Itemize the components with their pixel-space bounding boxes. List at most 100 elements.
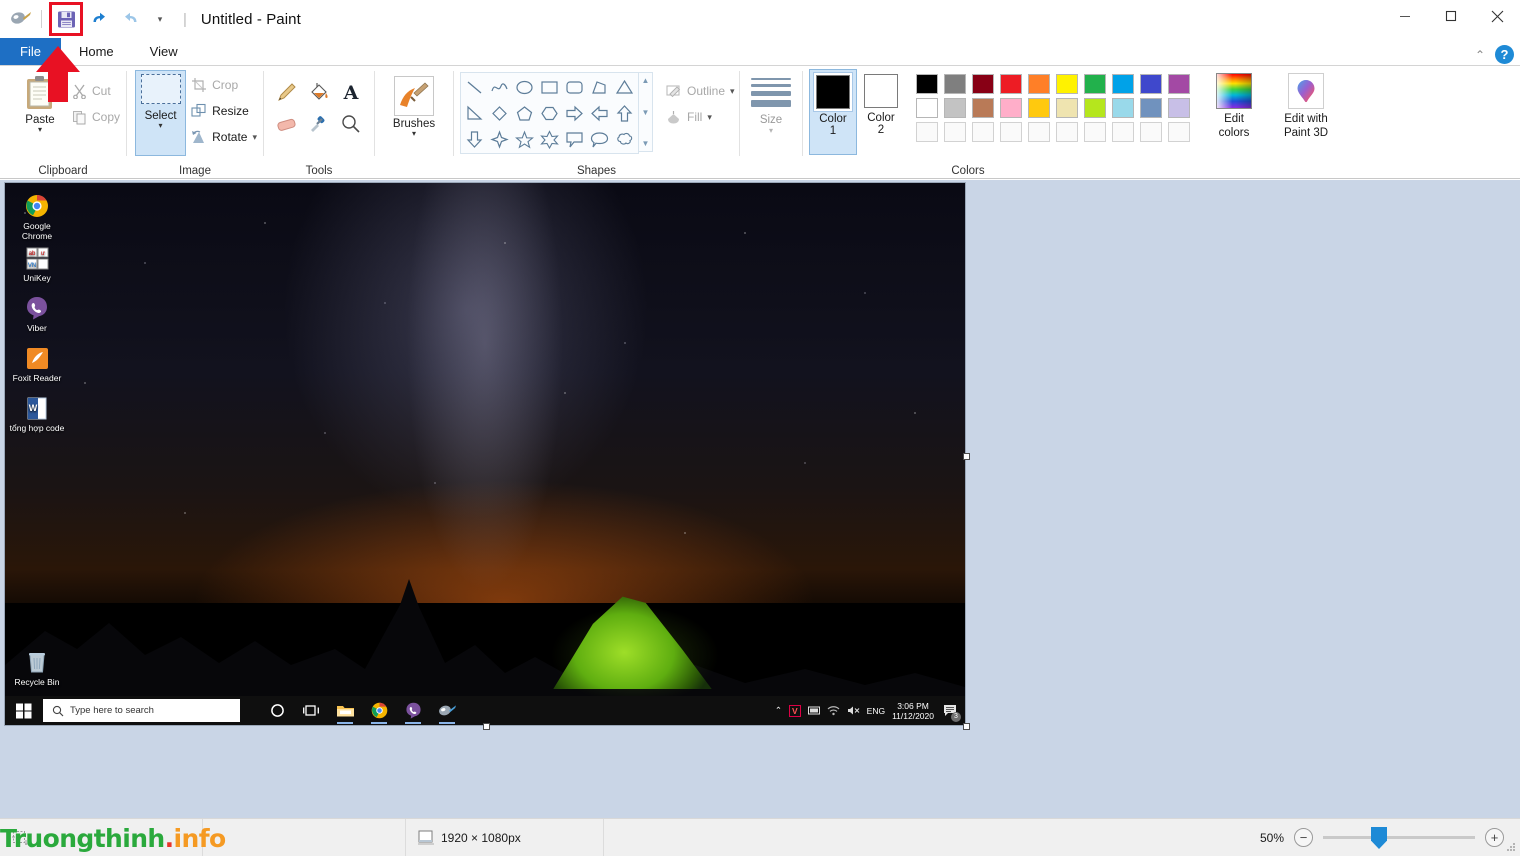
color1-button[interactable]: Color 1	[809, 69, 857, 155]
chevron-up-icon[interactable]: ⌃	[1475, 48, 1485, 62]
outline-button[interactable]: Outline ▾	[665, 78, 735, 104]
zoom-slider-track[interactable]	[1323, 836, 1475, 839]
wifi-icon[interactable]	[827, 705, 840, 716]
palette-cell-3-1[interactable]	[913, 120, 941, 144]
taskbar-clock[interactable]: 3:06 PM 11/12/2020	[892, 701, 934, 721]
tool-eraser[interactable]	[271, 108, 303, 140]
desktop-icon-recycle-bin[interactable]: Recycle Bin	[8, 649, 66, 688]
scroll-down-icon[interactable]: ▼	[642, 108, 650, 117]
chevron-down-icon[interactable]: ▾	[159, 122, 163, 130]
color-palette[interactable]	[913, 72, 1193, 144]
shape-rectangle[interactable]	[537, 74, 562, 100]
start-button[interactable]	[5, 696, 43, 725]
maximize-button[interactable]	[1428, 0, 1474, 32]
palette-cell-1-3[interactable]	[969, 72, 997, 96]
taskbar-file-explorer[interactable]	[330, 696, 360, 725]
chevron-down-icon[interactable]: ▾	[412, 130, 416, 137]
palette-cell-1-9[interactable]	[1137, 72, 1165, 96]
taskbar-search-box[interactable]: Type here to search	[43, 699, 240, 722]
canvas-resize-handle-bottom[interactable]	[483, 723, 490, 730]
fill-button[interactable]: Fill ▾	[665, 104, 735, 130]
zoom-in-button[interactable]: +	[1485, 828, 1504, 847]
canvas-resize-handle-right[interactable]	[963, 453, 970, 460]
shape-six-point-star[interactable]	[537, 126, 562, 152]
palette-cell-3-10[interactable]	[1165, 120, 1193, 144]
shapes-more-icon[interactable]: ▼	[642, 139, 650, 148]
resize-grip-icon[interactable]	[1505, 841, 1517, 853]
desktop-icon-foxit[interactable]: Foxit Reader	[8, 345, 66, 384]
work-area[interactable]: Google Chrome ab ư VN UniKey	[0, 180, 1520, 818]
palette-cell-1-4[interactable]	[997, 72, 1025, 96]
palette-cell-1-1[interactable]	[913, 72, 941, 96]
taskbar-paint[interactable]	[432, 696, 462, 725]
palette-cell-2-6[interactable]	[1053, 96, 1081, 120]
shape-diamond[interactable]	[487, 100, 512, 126]
resize-button[interactable]: Resize	[191, 98, 257, 124]
palette-cell-3-2[interactable]	[941, 120, 969, 144]
help-button[interactable]: ?	[1495, 45, 1514, 64]
tool-magnifier[interactable]	[335, 108, 367, 140]
chevron-up-icon[interactable]: ⌃	[775, 705, 782, 716]
zoom-slider-thumb[interactable]	[1371, 827, 1387, 849]
minimize-button[interactable]	[1382, 0, 1428, 32]
shape-pentagon[interactable]	[512, 100, 537, 126]
shape-right-triangle[interactable]	[462, 100, 487, 126]
palette-cell-3-5[interactable]	[1025, 120, 1053, 144]
palette-cell-3-6[interactable]	[1053, 120, 1081, 144]
close-button[interactable]	[1474, 0, 1520, 32]
shape-line[interactable]	[462, 74, 487, 100]
chevron-down-icon[interactable]: ▾	[707, 112, 712, 123]
paint-logo-icon[interactable]	[8, 6, 34, 32]
palette-cell-3-4[interactable]	[997, 120, 1025, 144]
canvas-resize-handle-corner[interactable]	[963, 723, 970, 730]
shape-oval[interactable]	[512, 74, 537, 100]
palette-cell-2-10[interactable]	[1165, 96, 1193, 120]
chevron-down-icon[interactable]: ▾	[252, 132, 257, 143]
paint-canvas[interactable]: Google Chrome ab ư VN UniKey	[4, 182, 966, 726]
tool-pencil[interactable]	[271, 76, 303, 108]
shape-four-point-star[interactable]	[487, 126, 512, 152]
desktop-icon-unikey[interactable]: ab ư VN UniKey	[8, 245, 66, 284]
tool-text[interactable]: A	[335, 76, 367, 108]
tray-unikey-icon[interactable]: V	[789, 705, 801, 717]
tray-app-icon[interactable]	[808, 705, 820, 716]
shape-five-point-star[interactable]	[512, 126, 537, 152]
palette-cell-1-7[interactable]	[1081, 72, 1109, 96]
palette-cell-3-8[interactable]	[1109, 120, 1137, 144]
shape-curve[interactable]	[487, 74, 512, 100]
chevron-down-icon[interactable]: ▾	[769, 126, 773, 135]
palette-cell-3-9[interactable]	[1137, 120, 1165, 144]
taskbar-viber[interactable]	[398, 696, 428, 725]
palette-cell-2-2[interactable]	[941, 96, 969, 120]
brushes-button[interactable]: Brushes ▾	[383, 72, 445, 137]
shape-up-arrow[interactable]	[612, 100, 637, 126]
shapes-scrollbar[interactable]: ▲ ▼ ▼	[639, 72, 653, 152]
edit-with-paint3d-button[interactable]: Edit with Paint 3D	[1271, 69, 1341, 140]
palette-cell-2-9[interactable]	[1137, 96, 1165, 120]
shape-down-arrow[interactable]	[462, 126, 487, 152]
palette-cell-1-10[interactable]	[1165, 72, 1193, 96]
palette-cell-2-3[interactable]	[969, 96, 997, 120]
select-button[interactable]: Select ▾	[135, 70, 186, 156]
palette-cell-2-4[interactable]	[997, 96, 1025, 120]
shape-rounded-callout[interactable]	[587, 126, 612, 152]
edit-colors-button[interactable]: Edit colors	[1207, 69, 1261, 140]
shape-left-arrow[interactable]	[587, 100, 612, 126]
copy-button[interactable]: Copy	[72, 104, 120, 130]
desktop-icon-chrome[interactable]: Google Chrome	[8, 193, 66, 241]
shape-rectangular-callout[interactable]	[562, 126, 587, 152]
color2-button[interactable]: Color 2	[857, 69, 905, 155]
save-button[interactable]	[49, 2, 83, 36]
action-center-button[interactable]: 3	[941, 702, 959, 720]
palette-cell-2-5[interactable]	[1025, 96, 1053, 120]
tab-view[interactable]: View	[132, 38, 196, 65]
taskbar-cortana[interactable]	[262, 696, 292, 725]
shape-cloud-callout[interactable]	[612, 126, 637, 152]
taskbar-task-view[interactable]	[296, 696, 326, 725]
size-button[interactable]: Size ▾	[746, 70, 796, 135]
tool-fill[interactable]	[303, 76, 335, 108]
chevron-down-icon[interactable]: ▾	[38, 126, 42, 133]
palette-cell-1-5[interactable]	[1025, 72, 1053, 96]
scroll-up-icon[interactable]: ▲	[642, 76, 650, 85]
palette-cell-2-8[interactable]	[1109, 96, 1137, 120]
